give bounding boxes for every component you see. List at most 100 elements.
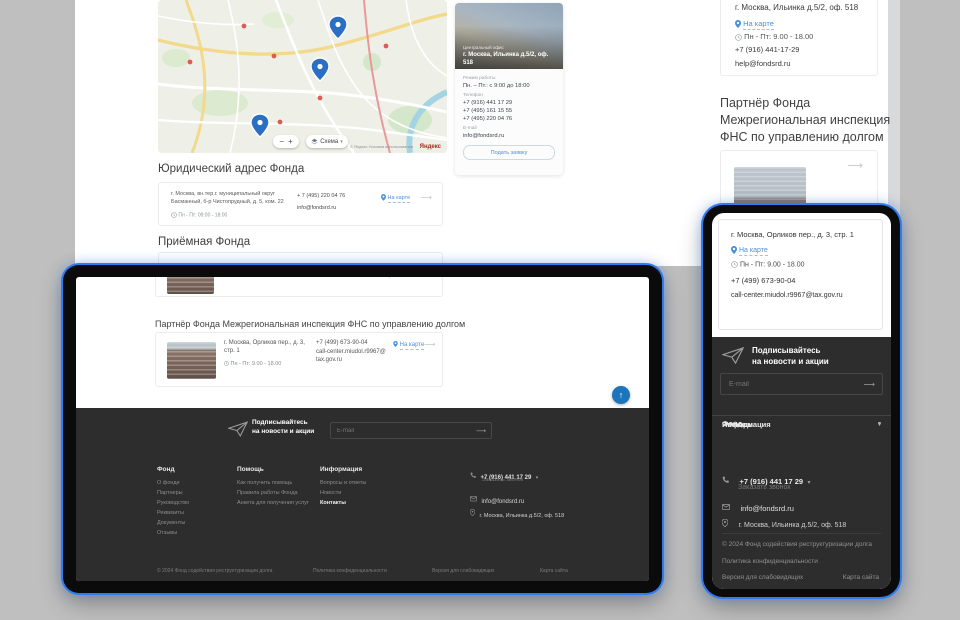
footer-link[interactable]: Документы xyxy=(157,520,185,526)
sidebar-office-card: г. Москва, Ильинка д.5/2, оф. 518 На кар… xyxy=(720,0,878,76)
envelope-icon xyxy=(722,504,730,510)
p-callback-link[interactable]: Заказать звонок xyxy=(738,484,790,491)
footer-link[interactable]: Как получить помощь xyxy=(237,480,292,486)
office-phone[interactable]: +7 (495) 220 04 76 xyxy=(463,115,555,123)
yandex-map[interactable]: − + Схема ▾ © Яндекс Условия использован… xyxy=(158,0,447,153)
p-accessibility-link[interactable]: Версия для слабовидящих xyxy=(722,574,803,581)
p-contact-address-row: г. Москва, Ильинка д.5/2, оф. 518 xyxy=(722,514,846,532)
map-zoom-controls[interactable]: − + xyxy=(273,135,299,148)
caret-down-icon: ▾ xyxy=(878,421,881,428)
legal-address-card: г. Москва, вн.тер.г. муниципальный округ… xyxy=(158,182,443,226)
footer-link[interactable]: Реквизиты xyxy=(157,510,184,516)
t-submit-arrow[interactable]: ⟶ xyxy=(476,427,486,435)
t-partner-address: г. Москва, Орликов пер., д. 3, стр. 1 xyxy=(224,340,314,355)
t-reception-hours: Пн - Пт: 9.00 - 18.00 xyxy=(224,277,286,278)
t-privacy-link[interactable]: Политика конфиденциальности xyxy=(313,568,387,574)
paper-plane-icon xyxy=(722,347,744,364)
zoom-in-button[interactable]: + xyxy=(288,137,293,146)
map-pin-icon xyxy=(393,341,398,347)
envelope-icon xyxy=(470,496,477,502)
p-sitemap-link[interactable]: Карта сайта xyxy=(843,574,879,581)
p-copyright: © 2024 Фонд содействия реструктуризации … xyxy=(722,541,872,548)
map-graphic xyxy=(158,0,447,153)
p-submit-arrow[interactable]: ⟶ xyxy=(864,380,875,389)
p-hours-row: Пн - Пт: 9.00 - 18.00 xyxy=(731,261,805,268)
t-copyright: © 2024 Фонд содействия реструктуризации … xyxy=(157,568,272,574)
sidebar-address: г. Москва, Ильинка д.5/2, оф. 518 xyxy=(735,3,858,12)
central-office-card: Центральный офис г. Москва, Ильинка д.5/… xyxy=(455,3,563,175)
menu-item-info[interactable]: Информация ▾ xyxy=(712,415,891,433)
apply-request-button[interactable]: Подать заявку xyxy=(463,145,555,160)
office-hours: Пн. – Пт.: с 9:00 до 18:00 xyxy=(463,82,555,90)
footer-link[interactable]: О фонде xyxy=(157,480,180,486)
map-layers-button[interactable]: Схема ▾ xyxy=(306,135,348,148)
map-pin-icon xyxy=(735,20,741,28)
caret-down-icon: ▾ xyxy=(808,480,811,486)
clock-icon xyxy=(735,34,742,41)
p-phone[interactable]: +7 (499) 673-90-04 xyxy=(731,276,795,285)
t-col-help-title: Помощь xyxy=(237,466,264,473)
p-email[interactable]: call-center.miudol.r9967@tax.gov.ru xyxy=(731,292,843,299)
legal-hours-row: Пн - Пт: 09:00 - 18:00 xyxy=(171,212,227,218)
p-map-link[interactable]: На карте xyxy=(731,246,768,254)
map-attribution: © Яндекс Условия использования xyxy=(350,144,413,149)
t-contact-address-row: г. Москва, Ильинка д.5/2, оф. 518 xyxy=(470,504,564,522)
legal-card-arrow[interactable]: ⟶ xyxy=(421,193,432,202)
legal-map-link[interactable]: На карте xyxy=(381,194,410,201)
t-email-input[interactable] xyxy=(331,423,491,438)
p-subscribe-title: Подписывайтесь xyxy=(752,346,820,355)
footer-link[interactable]: Вопросы и ответы xyxy=(320,480,366,486)
sidebar-map-link[interactable]: На карте xyxy=(735,19,774,28)
legal-email[interactable]: info@fondsrd.ru xyxy=(297,205,336,211)
map-pin-icon xyxy=(381,194,386,201)
p-privacy-link[interactable]: Политика конфиденциальности xyxy=(722,558,818,565)
t-partner-email[interactable]: call-center.miudol.r9967@tax.gov.ru xyxy=(316,349,386,364)
footer-link[interactable]: Отзывы xyxy=(157,530,177,536)
legal-phone[interactable]: + 7 (495) 220 04 76 xyxy=(297,193,345,199)
office-hours-label: Режим работы xyxy=(463,76,555,81)
tablet-screen: Пн - Пт: 9.00 - 18.00 help@fondsrd.ru Па… xyxy=(76,277,649,581)
footer-link[interactable]: Партнеры xyxy=(157,490,183,496)
t-subscribe-title2: на новости и акции xyxy=(252,428,314,435)
t-reception-card: Пн - Пт: 9.00 - 18.00 help@fondsrd.ru xyxy=(155,277,443,297)
t-footer: Подписывайтесь на новости и акции ⟶ Фонд… xyxy=(76,408,649,581)
map-pin-icon xyxy=(722,519,728,527)
footer-link[interactable]: Руководство xyxy=(157,500,189,506)
footer-link[interactable]: Правила работы Фонда xyxy=(237,490,298,496)
footer-link[interactable]: Анкета для получения услуг xyxy=(237,500,309,506)
zoom-out-button[interactable]: − xyxy=(279,137,284,146)
phone-device-frame: г. Москва, Орликов пер., д. 3, стр. 1 На… xyxy=(703,205,900,597)
footer-link[interactable]: Новости xyxy=(320,490,341,496)
p-email-input[interactable] xyxy=(721,374,882,394)
map-pin-icon xyxy=(470,509,475,516)
legal-address-title: Юридический адрес Фонда xyxy=(158,163,304,175)
partner-card-arrow[interactable]: ⟶ xyxy=(847,159,863,172)
t-partner-map-link[interactable]: На карте xyxy=(393,341,424,348)
t-reception-email[interactable]: help@fondsrd.ru xyxy=(381,277,425,278)
up-arrow-icon: ↑ xyxy=(619,390,624,400)
t-callback-link[interactable]: Заказать звонок xyxy=(482,477,523,483)
paper-plane-icon xyxy=(228,421,248,437)
footer-link-active[interactable]: Контакты xyxy=(320,500,346,506)
t-col-info-title: Информация xyxy=(320,466,362,473)
building-thumbnail xyxy=(167,277,214,294)
office-photo-tag: Центральный офис xyxy=(463,45,504,50)
t-accessibility-link[interactable]: Версия для слабовидящих xyxy=(432,568,495,574)
sidebar-email[interactable]: help@fondsrd.ru xyxy=(735,59,791,68)
phone-icon xyxy=(722,476,729,483)
reception-title: Приёмная Фонда xyxy=(158,236,250,248)
yandex-logo: Яндекс xyxy=(420,144,441,150)
legal-address: г. Москва, вн.тер.г. муниципальный округ… xyxy=(171,191,293,206)
office-email[interactable]: info@fondsrd.ru xyxy=(463,132,555,140)
p-address: г. Москва, Орликов пер., д. 3, стр. 1 xyxy=(731,230,854,239)
t-partner-arrow[interactable]: ⟶ xyxy=(424,340,435,349)
scroll-to-top-button[interactable]: ↑ xyxy=(612,386,630,404)
sidebar-phone[interactable]: +7 (916) 441-17-29 xyxy=(735,45,799,54)
t-email-inputbox: ⟶ xyxy=(330,422,492,439)
sidebar-hours-row: Пн - Пт: 9.00 - 18.00 xyxy=(735,32,813,41)
caret-down-icon: ▾ xyxy=(536,475,539,481)
office-phone[interactable]: +7 (495) 161 15 55 xyxy=(463,107,555,115)
t-sitemap-link[interactable]: Карта сайта xyxy=(540,568,568,574)
office-phone[interactable]: +7 (916) 441 17 29 xyxy=(463,99,555,107)
t-partner-phone[interactable]: +7 (499) 673-90-04 xyxy=(316,340,368,346)
